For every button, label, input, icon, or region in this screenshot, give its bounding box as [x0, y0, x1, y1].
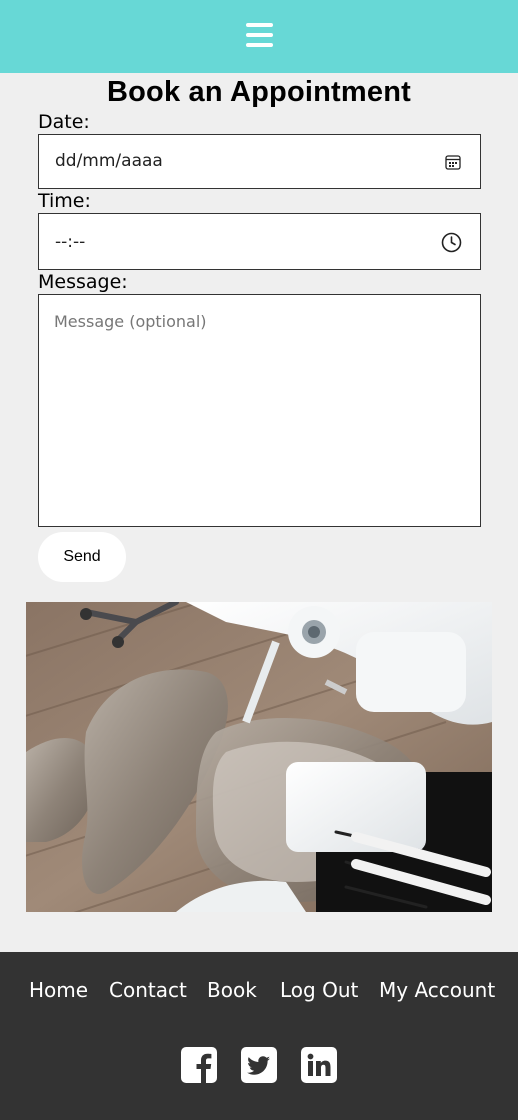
linkedin-icon[interactable] [301, 1047, 337, 1083]
footer-link-logout[interactable]: Log Out [280, 978, 358, 1002]
date-input[interactable]: dd/mm/aaaa [38, 134, 481, 189]
date-value: dd/mm/aaaa [55, 151, 163, 171]
footer-link-home[interactable]: Home [29, 978, 88, 1002]
twitter-icon[interactable] [241, 1047, 277, 1083]
calendar-icon[interactable] [445, 154, 461, 170]
footer: Home Contact Book Log Out My Account [0, 952, 518, 1120]
message-label: Message: [38, 271, 128, 293]
hamburger-menu-icon[interactable] [246, 23, 273, 47]
time-label: Time: [38, 190, 91, 212]
footer-link-contact[interactable]: Contact [109, 978, 187, 1002]
time-input[interactable]: --:-- [38, 213, 481, 270]
footer-link-book[interactable]: Book [207, 978, 257, 1002]
facebook-icon[interactable] [181, 1047, 217, 1083]
message-textarea[interactable]: Message (optional) [38, 294, 481, 527]
footer-link-my-account[interactable]: My Account [379, 978, 495, 1002]
top-bar [0, 0, 518, 73]
date-label: Date: [38, 111, 90, 133]
dental-chair-photo [26, 602, 492, 912]
clock-icon[interactable] [441, 232, 462, 253]
send-button[interactable]: Send [38, 532, 126, 582]
time-value: --:-- [55, 232, 86, 252]
message-placeholder: Message (optional) [54, 312, 207, 331]
page-title: Book an Appointment [107, 76, 411, 108]
